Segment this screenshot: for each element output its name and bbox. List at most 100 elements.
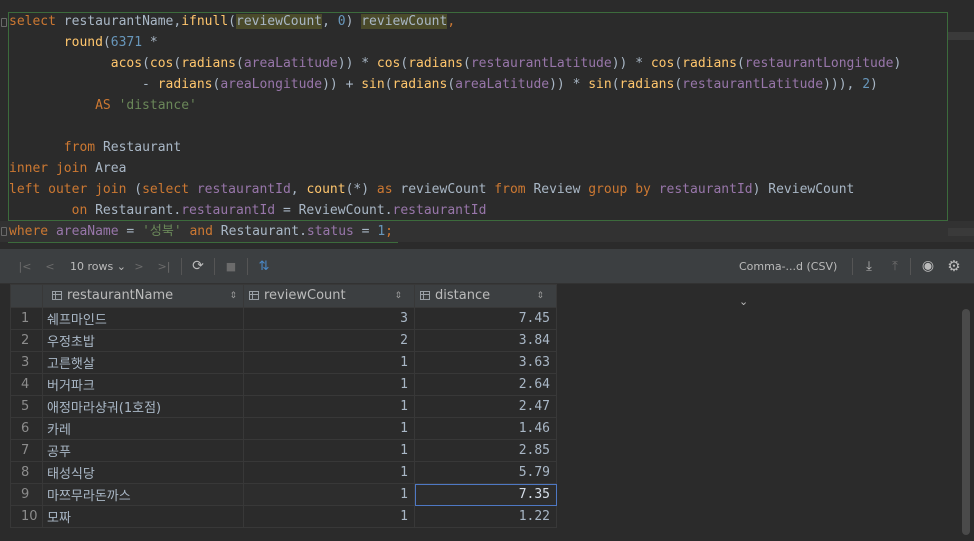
cell-distance[interactable]: 5.79 — [414, 461, 557, 484]
separator — [910, 258, 911, 275]
refresh-icon[interactable]: ⟳ — [189, 249, 207, 284]
code-line[interactable]: inner join Area — [9, 158, 126, 179]
code-line[interactable]: where areaName = '성북' and Restaurant.sta… — [0, 221, 974, 242]
table-row[interactable]: 4 버거파크 1 2.64 — [10, 373, 557, 396]
code-token: as — [376, 182, 401, 197]
code-token: restaurantId — [392, 203, 487, 218]
code-token: )) — [322, 77, 338, 92]
cell-reviewcount[interactable]: 1 — [243, 351, 415, 374]
row-number-header — [10, 284, 43, 308]
cell-restaurantname[interactable]: 애정마라샹궈(1호점) — [42, 395, 244, 418]
column-header-restaurantname[interactable]: restaurantName ⇕ — [42, 284, 244, 308]
cell-reviewcount[interactable]: 1 — [243, 483, 415, 506]
last-page-icon[interactable]: >| — [155, 249, 173, 284]
export-format-select[interactable]: Comma-...d (CSV) ⌄ — [739, 249, 849, 308]
cell-restaurantname[interactable]: 고른햇살 — [42, 351, 244, 374]
sort-icon[interactable]: ⇕ — [536, 285, 544, 307]
cell-restaurantname[interactable]: 공푸 — [42, 439, 244, 462]
code-token: cos — [149, 56, 174, 71]
code-token: select — [142, 182, 197, 197]
cell-reviewcount[interactable]: 1 — [243, 505, 415, 528]
pin-tab-icon[interactable]: ⇅ — [255, 249, 273, 284]
code-token: radians — [408, 56, 463, 71]
code-token: and — [189, 224, 221, 239]
table-row[interactable]: 2 우정초밥 2 3.84 — [10, 329, 557, 352]
code-line[interactable]: round(6371 * — [9, 32, 158, 53]
row-number: 2 — [10, 329, 43, 352]
cell-distance[interactable]: 3.84 — [414, 329, 557, 352]
table-row[interactable]: 6 카레 1 1.46 — [10, 417, 557, 440]
code-line[interactable]: - radians(areaLongitude)) + sin(radians(… — [9, 74, 878, 95]
prev-page-icon[interactable]: < — [42, 249, 58, 284]
table-row[interactable]: 8 태성식당 1 5.79 — [10, 461, 557, 484]
cell-restaurantname[interactable]: 카레 — [42, 417, 244, 440]
table-row[interactable]: 7 공푸 1 2.85 — [10, 439, 557, 462]
cell-restaurantname[interactable]: 모짜 — [42, 505, 244, 528]
next-page-icon[interactable]: > — [131, 249, 147, 284]
fold-marker[interactable] — [1, 18, 7, 27]
table-row[interactable]: 10 모짜 1 1.22 — [10, 505, 557, 528]
cell-reviewcount[interactable]: 1 — [243, 461, 415, 484]
code-token: Restaurant. — [95, 203, 182, 218]
vertical-scrollbar[interactable] — [962, 309, 970, 535]
chevron-down-icon: ⌄ — [116, 260, 126, 273]
table-row[interactable]: 1 쉐프마인드 3 7.45 — [10, 307, 557, 330]
code-token: sin — [361, 77, 385, 92]
gear-icon[interactable]: ⚙ — [945, 249, 963, 284]
code-line[interactable]: AS 'distance' — [9, 95, 197, 116]
sql-editor[interactable]: select restaurantName,ifnull(reviewCount… — [0, 0, 974, 249]
code-line[interactable]: select restaurantName,ifnull(reviewCount… — [9, 11, 455, 32]
rows-per-page-select[interactable]: 10 rows ⌄ — [70, 249, 130, 284]
cell-reviewcount[interactable]: 3 — [243, 307, 415, 330]
code-token: )) — [337, 56, 354, 71]
table-row[interactable]: 3 고른햇살 1 3.63 — [10, 351, 557, 374]
cell-reviewcount[interactable]: 2 — [243, 329, 415, 352]
eye-icon[interactable]: ◉ — [919, 249, 937, 284]
code-token: , — [846, 77, 863, 92]
code-token: restaurantLatitude — [682, 77, 824, 92]
code-token: radians — [157, 77, 213, 92]
cell-reviewcount[interactable]: 1 — [243, 417, 415, 440]
table-row[interactable]: 5 애정마라샹궈(1호점) 1 2.47 — [10, 395, 557, 418]
code-token: radians — [619, 77, 675, 92]
code-token: restaurantLongitude — [744, 56, 894, 71]
cell-restaurantname[interactable]: 태성식당 — [42, 461, 244, 484]
cell-reviewcount[interactable]: 1 — [243, 439, 415, 462]
code-line[interactable]: acos(cos(radians(areaLatitude)) * cos(ra… — [9, 53, 902, 74]
sort-icon[interactable]: ⇕ — [229, 285, 237, 307]
download-icon[interactable]: ⤓ — [861, 249, 877, 284]
cell-distance[interactable]: 1.46 — [414, 417, 557, 440]
code-line[interactable]: from Restaurant — [9, 137, 181, 158]
scroll-marker — [948, 32, 974, 40]
cell-distance[interactable]: 1.22 — [414, 505, 557, 528]
stop-icon[interactable]: ■ — [223, 249, 239, 284]
table-row[interactable]: 9 마쯔무라돈까스 1 7.35 — [10, 483, 557, 506]
cell-distance[interactable]: 2.85 — [414, 439, 557, 462]
cell-distance[interactable]: 7.35 — [414, 483, 557, 506]
cell-reviewcount[interactable]: 1 — [243, 395, 415, 418]
code-line[interactable]: on Restaurant.restaurantId = ReviewCount… — [9, 200, 487, 221]
code-line[interactable]: left outer join (select restaurantId, co… — [9, 179, 854, 200]
cell-distance[interactable]: 7.45 — [414, 307, 557, 330]
column-header-distance[interactable]: distance ⇕ — [414, 284, 557, 308]
cell-restaurantname[interactable]: 쉐프마인드 — [42, 307, 244, 330]
code-token: , — [290, 182, 307, 197]
first-page-icon[interactable]: |< — [16, 249, 34, 284]
fold-marker[interactable] — [1, 227, 7, 236]
sort-icon[interactable]: ⇕ — [394, 285, 402, 307]
cell-restaurantname[interactable]: 우정초밥 — [42, 329, 244, 352]
cell-distance[interactable]: 2.64 — [414, 373, 557, 396]
cell-distance[interactable]: 3.63 — [414, 351, 557, 374]
code-token: acos — [110, 56, 143, 71]
cell-restaurantname[interactable]: 마쯔무라돈까스 — [42, 483, 244, 506]
upload-icon[interactable]: ⤒ — [887, 249, 903, 284]
code-token: * — [564, 77, 589, 92]
code-token: areaLongitude — [220, 77, 323, 92]
cell-distance[interactable]: 2.47 — [414, 395, 557, 418]
cell-restaurantname[interactable]: 버거파크 — [42, 373, 244, 396]
cell-reviewcount[interactable]: 1 — [243, 373, 415, 396]
code-token: (*) — [345, 182, 377, 197]
column-header-reviewcount[interactable]: reviewCount ⇕ — [243, 284, 415, 308]
row-number: 3 — [10, 351, 43, 374]
